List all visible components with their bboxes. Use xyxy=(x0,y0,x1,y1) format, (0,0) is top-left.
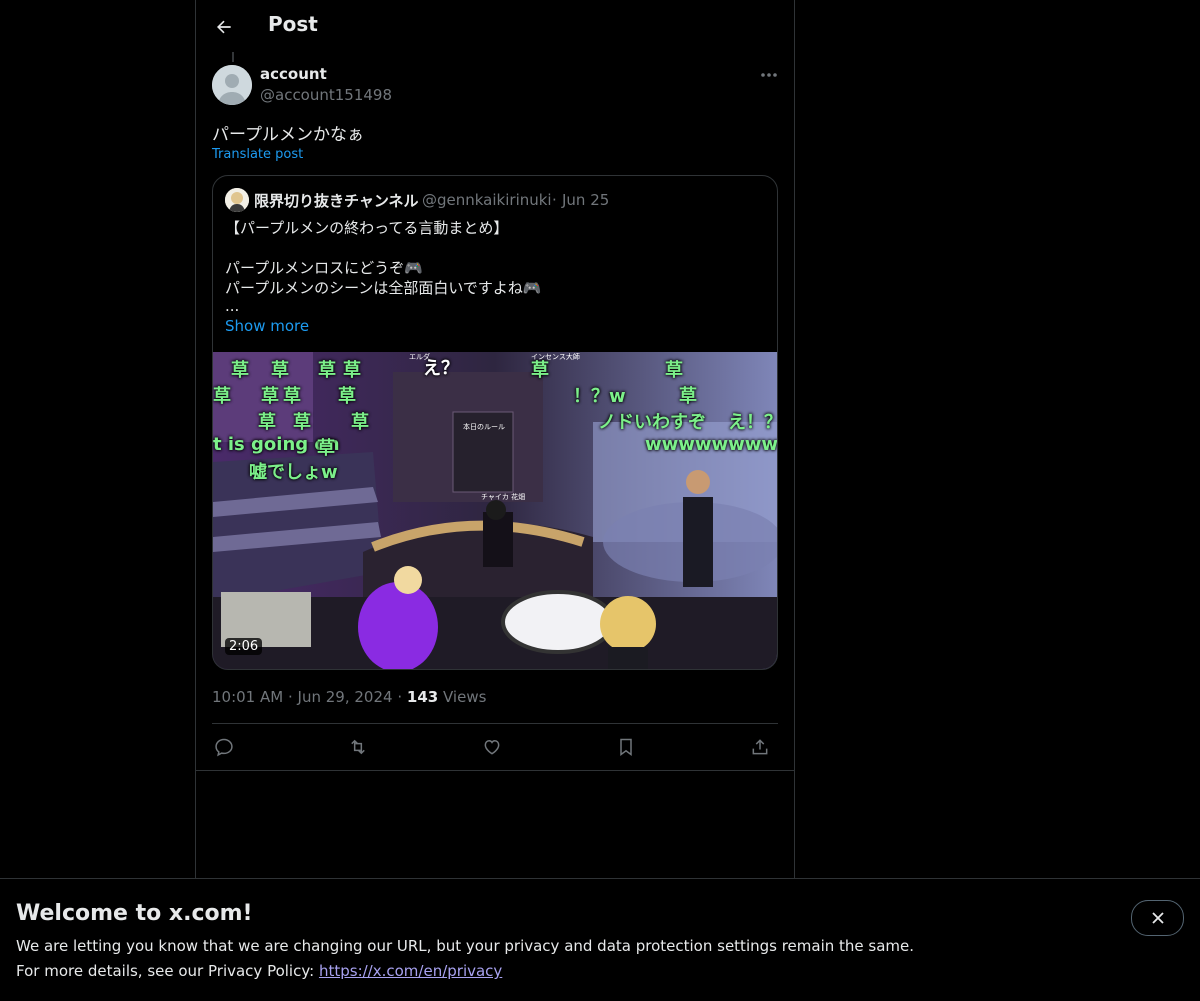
name-tag-overlay: エルダ xyxy=(409,353,430,361)
bookmark-button[interactable] xyxy=(614,735,638,759)
translate-post-link[interactable]: Translate post xyxy=(212,147,303,162)
banner-message: We are letting you know that we are chan… xyxy=(16,937,915,955)
back-button[interactable] xyxy=(209,12,239,42)
comment-overlay: 草 xyxy=(317,438,335,459)
quoted-text-line: 【パープルメンの終わってる言動まとめ】 xyxy=(225,219,509,237)
name-tag-overlay: インセンス大師 xyxy=(531,353,580,361)
quoted-date[interactable]: Jun 25 xyxy=(562,191,609,209)
post-text: パープルメンかなぁ xyxy=(212,125,364,145)
comment-overlay: ノドいわすぞ xyxy=(598,412,706,433)
repost-icon xyxy=(351,739,365,755)
separator-dot: · xyxy=(397,688,403,706)
action-bar xyxy=(212,724,778,770)
comment-overlay: 草 xyxy=(318,360,336,381)
comment-overlay: 草 xyxy=(351,412,369,433)
heart-icon xyxy=(484,739,500,755)
author-handle[interactable]: @account151498 xyxy=(260,86,392,104)
comment-overlay: 草 xyxy=(261,386,279,407)
privacy-policy-link[interactable]: https://x.com/en/privacy xyxy=(319,962,502,980)
post-date[interactable]: Jun 29, 2024 xyxy=(298,688,393,706)
quoted-author-name[interactable]: 限界切り抜きチャンネル xyxy=(254,190,419,211)
comment-overlay: 草 xyxy=(338,386,356,407)
quoted-text-line: パープルメンロスにどうぞ🎮 xyxy=(225,259,423,277)
comment-overlay: 草 xyxy=(679,386,697,407)
video-thumbnail[interactable]: 草 草 草 草 え？ 草 草 草 草 草 草 草 草 草 ！？w 草 ノドいわす… xyxy=(213,352,777,669)
author-name[interactable]: account xyxy=(260,65,327,83)
comment-overlay: 草 xyxy=(213,386,231,407)
comment-overlay: 草 xyxy=(343,360,361,381)
comment-overlay: 草 xyxy=(283,386,301,407)
quoted-author-handle[interactable]: @gennkaikirinuki xyxy=(422,191,552,209)
top-bar: Post xyxy=(196,0,794,53)
show-more-link[interactable]: Show more xyxy=(225,317,309,335)
quoted-text-line: パープルメンのシーンは全部面白いですよね🎮 xyxy=(225,279,542,297)
post-meta: 10:01 AM · Jun 29, 2024 · 143 Views xyxy=(212,688,486,706)
quoted-avatar[interactable] xyxy=(225,188,249,212)
separator-dot: · xyxy=(552,191,557,209)
banner-privacy-prefix: For more details, see our Privacy Policy… xyxy=(16,962,315,980)
close-icon xyxy=(1151,912,1164,924)
name-tag-overlay: チャイカ 花畑 xyxy=(481,493,526,501)
avatar[interactable] xyxy=(212,65,252,105)
close-banner-button[interactable] xyxy=(1131,900,1184,936)
comment-overlay: 草 xyxy=(258,412,276,433)
comment-overlay: wwwwwwww xyxy=(645,434,777,455)
back-arrow-icon xyxy=(217,20,231,34)
reply-button[interactable] xyxy=(212,735,236,759)
reply-icon xyxy=(215,738,233,757)
comment-overlay: 草 xyxy=(231,360,249,381)
post-time[interactable]: 10:01 AM xyxy=(212,688,283,706)
share-icon xyxy=(752,739,768,755)
views-label: Views xyxy=(443,688,487,706)
comment-overlay: 嘘でしょw xyxy=(249,462,338,483)
welcome-banner: Welcome to x.com! We are letting you kno… xyxy=(0,878,1200,1001)
post-column: Post account @account151498 パープルメンかなぁ Tr… xyxy=(195,0,795,880)
name-tag-overlay: 本日のルール xyxy=(463,423,505,431)
divider xyxy=(196,770,794,771)
quoted-text-line: ... xyxy=(225,297,240,315)
quoted-post[interactable]: 限界切り抜きチャンネル @gennkaikirinuki · Jun 25 【パ… xyxy=(212,175,778,670)
bookmark-icon xyxy=(620,738,632,756)
comment-overlay: 草 xyxy=(271,360,289,381)
more-options-button[interactable] xyxy=(754,65,784,85)
banner-title: Welcome to x.com! xyxy=(16,901,253,926)
comment-overlay: 草 xyxy=(665,360,683,381)
comment-overlay: 草 xyxy=(293,412,311,433)
comment-overlay: え！？ xyxy=(728,412,777,433)
banner-privacy-note: For more details, see our Privacy Policy… xyxy=(16,962,502,980)
separator-dot: · xyxy=(287,688,293,706)
more-dots-icon xyxy=(761,73,777,77)
repost-button[interactable] xyxy=(346,735,370,759)
views-count: 143 xyxy=(406,688,439,706)
quoted-avatar-icon xyxy=(225,188,249,212)
video-duration-badge: 2:06 xyxy=(225,638,263,655)
thread-line xyxy=(232,52,234,62)
like-button[interactable] xyxy=(480,735,504,759)
comment-overlay: ！？w xyxy=(573,386,626,407)
default-avatar-icon xyxy=(212,65,252,105)
share-button[interactable] xyxy=(748,735,772,759)
page-title: Post xyxy=(268,12,318,36)
